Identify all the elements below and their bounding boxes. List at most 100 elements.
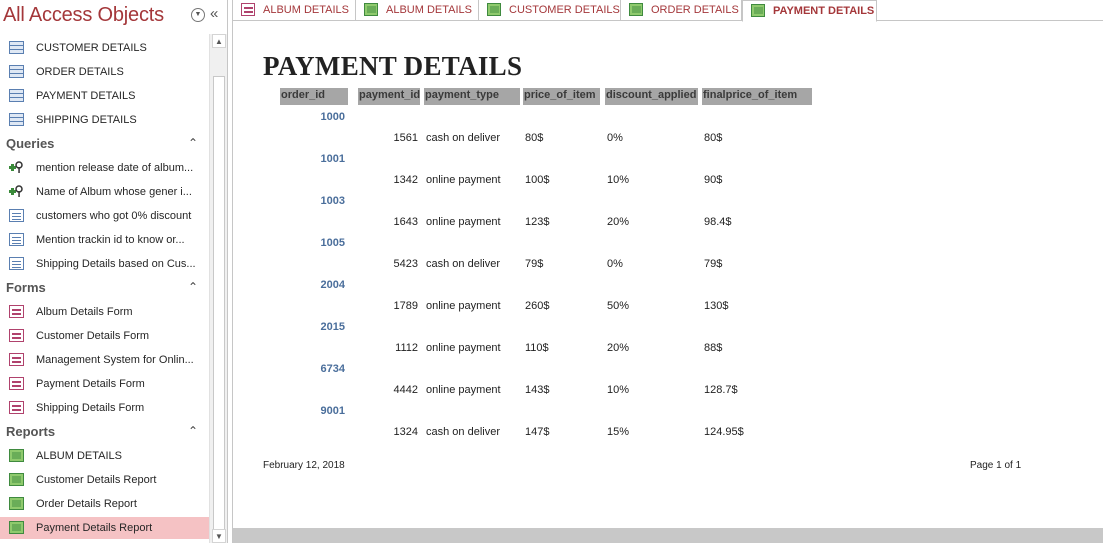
- cell-finalprice-of-item: 79$: [704, 258, 723, 270]
- order-id-group-header: 2015: [320, 321, 345, 333]
- nav-group-queries[interactable]: Queries ⌃: [0, 133, 209, 155]
- cell-payment-id: 1789: [393, 300, 418, 312]
- cell-price-of-item: 260$: [525, 300, 550, 312]
- document-tab[interactable]: CUSTOMER DETAILS: [479, 0, 621, 21]
- nav-item-label: mention release date of album...: [36, 162, 194, 174]
- document-tab[interactable]: ALBUM DETAILS: [356, 0, 479, 21]
- document-tab[interactable]: ORDER DETAILS: [621, 0, 742, 21]
- form-icon: [9, 305, 24, 318]
- cell-price-of-item: 100$: [525, 174, 550, 186]
- document-tab[interactable]: ALBUM DETAILS: [233, 0, 356, 21]
- nav-item-label: CUSTOMER DETAILS: [36, 42, 147, 54]
- nav-item[interactable]: Customer Details Report: [0, 469, 209, 491]
- nav-item[interactable]: Payment Details Report: [0, 517, 209, 539]
- report-icon: [487, 3, 501, 16]
- document-tab-bar: ALBUM DETAILS ALBUM DETAILS CUSTOMER DETAI…: [233, 0, 1103, 22]
- form-icon: [9, 401, 24, 414]
- report-page-number: Page 1 of 1: [970, 460, 1022, 471]
- nav-item-label: Album Details Form: [36, 306, 133, 318]
- scroll-up-arrow-icon[interactable]: ▲: [212, 34, 226, 48]
- tab-label: ORDER DETAILS: [651, 4, 739, 16]
- cell-payment-type: cash on deliver: [426, 258, 500, 270]
- cell-discount-applied: 50%: [607, 300, 630, 312]
- cell-price-of-item: 123$: [525, 216, 550, 228]
- nav-item-label: PAYMENT DETAILS: [36, 90, 136, 102]
- nav-object-list: CUSTOMER DETAILS ORDER DETAILS PAYMENT DET…: [0, 36, 209, 543]
- nav-item[interactable]: Mention trackin id to know or...: [0, 229, 209, 251]
- collapse-group-icon[interactable]: ⌃: [188, 136, 198, 150]
- cell-price-of-item: 80$: [525, 132, 544, 144]
- nav-item-label: Customer Details Report: [36, 474, 157, 486]
- select-query-icon: [9, 209, 24, 222]
- nav-item[interactable]: Shipping Details Form: [0, 397, 209, 419]
- nav-item[interactable]: ORDER DETAILS: [0, 61, 209, 83]
- form-icon: [9, 329, 24, 342]
- scroll-down-arrow-icon[interactable]: ▼: [212, 529, 226, 543]
- cell-payment-id: 1643: [393, 216, 418, 228]
- shutter-bar-collapse-icon[interactable]: «: [210, 5, 218, 22]
- nav-item-label: SHIPPING DETAILS: [36, 114, 137, 126]
- collapse-group-icon[interactable]: ⌃: [188, 424, 198, 438]
- nav-item-label: Order Details Report: [36, 498, 137, 510]
- cell-payment-id: 4442: [393, 384, 418, 396]
- cell-payment-type: online payment: [426, 342, 501, 354]
- cell-payment-id: 1324: [393, 426, 418, 438]
- order-id-group-header: 1005: [320, 237, 345, 249]
- nav-title[interactable]: All Access Objects: [3, 4, 164, 27]
- report-icon: [9, 473, 24, 486]
- nav-item[interactable]: SHIPPING DETAILS: [0, 109, 209, 131]
- nav-item[interactable]: CUSTOMER DETAILS: [0, 37, 209, 59]
- nav-item[interactable]: Payment Details Form: [0, 373, 209, 395]
- collapse-group-icon[interactable]: ⌃: [188, 280, 198, 294]
- nav-group-label: Reports: [6, 424, 56, 439]
- order-id-group-header: 1000: [320, 111, 345, 123]
- column-header-payment-id: payment_id: [358, 88, 420, 105]
- nav-group-forms[interactable]: Forms ⌃: [0, 277, 209, 299]
- scroll-thumb[interactable]: [213, 76, 225, 536]
- cell-payment-type: online payment: [426, 300, 501, 312]
- table-icon: [9, 65, 24, 78]
- nav-item-label: Mention trackin id to know or...: [36, 234, 185, 246]
- nav-item[interactable]: Order Details Report: [0, 493, 209, 515]
- report-icon: [751, 4, 765, 17]
- report-icon: [364, 3, 378, 16]
- table-icon: [9, 113, 24, 126]
- cell-payment-id: 1342: [393, 174, 418, 186]
- nav-item[interactable]: Customer Details Form: [0, 325, 209, 347]
- cell-finalprice-of-item: 80$: [704, 132, 723, 144]
- cell-finalprice-of-item: 130$: [704, 300, 729, 312]
- cell-discount-applied: 10%: [607, 384, 630, 396]
- form-icon: [241, 3, 255, 16]
- report-icon: [9, 497, 24, 510]
- cell-discount-applied: 0%: [607, 258, 623, 270]
- order-id-group-header: 6734: [320, 363, 345, 375]
- column-header-price-of-item: price_of_item: [523, 88, 600, 105]
- nav-item[interactable]: Album Details Form: [0, 301, 209, 323]
- order-id-group-header: 1003: [320, 195, 345, 207]
- form-icon: [9, 377, 24, 390]
- nav-item-label: Payment Details Report: [36, 522, 153, 534]
- nav-scrollbar[interactable]: ▲ ▼: [209, 34, 227, 543]
- nav-group-reports[interactable]: Reports ⌃: [0, 421, 209, 443]
- tab-label: ALBUM DETAILS: [263, 4, 349, 16]
- cell-finalprice-of-item: 88$: [704, 342, 723, 354]
- nav-item[interactable]: Name of Album whose gener i...: [0, 181, 209, 203]
- nav-group-label: Forms: [6, 280, 46, 295]
- cell-discount-applied: 15%: [607, 426, 630, 438]
- column-header-finalprice-of-item: finalprice_of_item: [702, 88, 812, 105]
- nav-item[interactable]: ALBUM DETAILS: [0, 445, 209, 467]
- cell-discount-applied: 10%: [607, 174, 630, 186]
- nav-item[interactable]: Shipping Details based on Cus...: [0, 253, 209, 275]
- nav-item[interactable]: PAYMENT DETAILS: [0, 85, 209, 107]
- nav-item[interactable]: customers who got 0% discount: [0, 205, 209, 227]
- chevron-down-icon[interactable]: ▼: [191, 8, 205, 22]
- nav-item[interactable]: Management System for Onlin...: [0, 349, 209, 371]
- cell-price-of-item: 79$: [525, 258, 544, 270]
- nav-header[interactable]: All Access Objects ▼ «: [0, 0, 228, 34]
- cell-payment-id: 1112: [395, 342, 418, 354]
- nav-item-label: ORDER DETAILS: [36, 66, 124, 78]
- nav-item[interactable]: mention release date of album...: [0, 157, 209, 179]
- nav-item-label: Shipping Details Form: [36, 402, 145, 414]
- nav-item-label: Shipping Details based on Cus...: [36, 258, 196, 270]
- document-tab[interactable]: PAYMENT DETAILS: [742, 0, 877, 22]
